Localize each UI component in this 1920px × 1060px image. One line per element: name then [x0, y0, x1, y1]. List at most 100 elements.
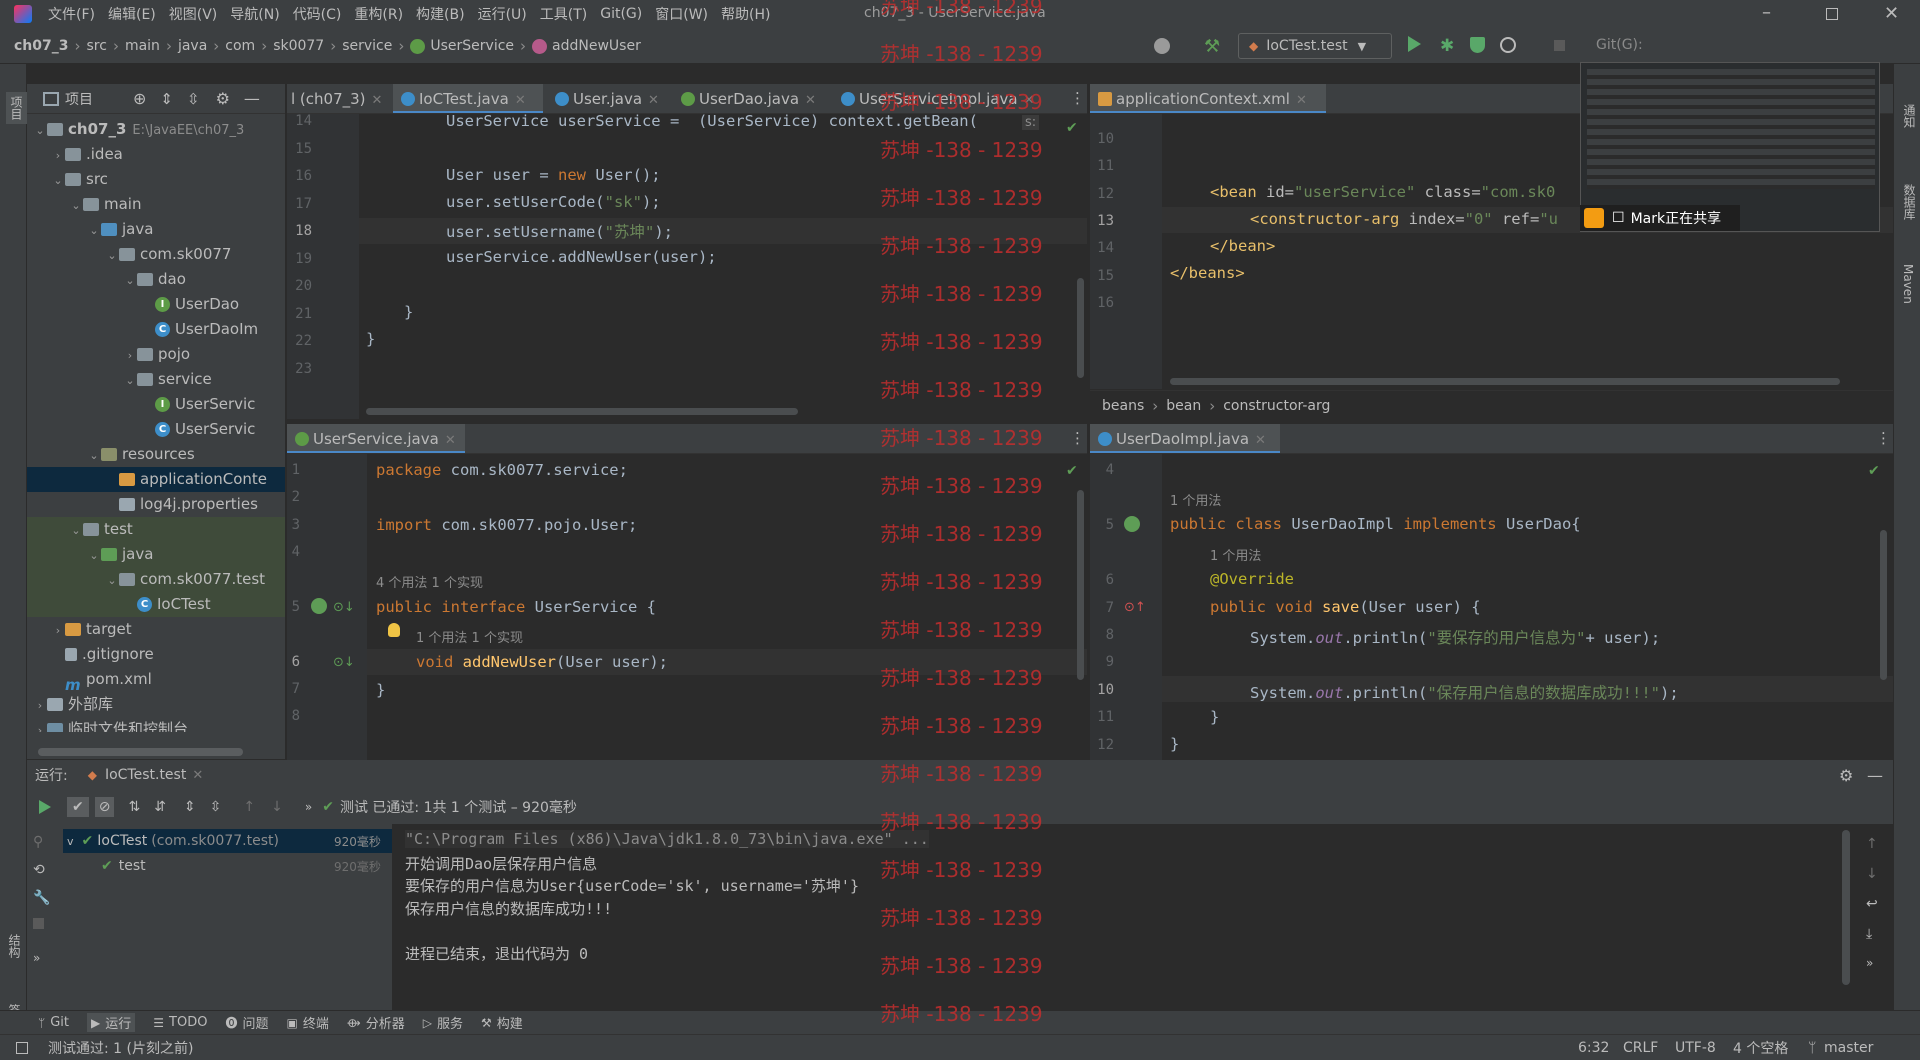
h-scrollbar[interactable] [1170, 378, 1840, 385]
chevron-down-icon[interactable]: ⌄ [69, 193, 83, 217]
tree-item[interactable]: m pom.xml [27, 667, 285, 692]
tree-item[interactable]: C IoCTest [27, 592, 285, 617]
chevron-right-icon[interactable]: › [33, 693, 47, 717]
chevron-right-icon[interactable]: › [51, 618, 65, 642]
wrench-icon[interactable]: 🔧 [33, 890, 53, 906]
pin-icon[interactable]: ⚲ [33, 834, 53, 850]
next-failed-icon[interactable]: ↓ [271, 799, 283, 815]
collapse-all-icon[interactable]: ⇳ [210, 799, 222, 815]
show-passed-icon[interactable]: ✔ [67, 797, 89, 817]
git-branch[interactable]: master [1824, 1040, 1873, 1056]
override-icon[interactable]: ⊙↑ [1124, 600, 1146, 615]
database-tool-button[interactable]: 数据库 [1901, 184, 1918, 220]
usage-hint[interactable]: 1 个用法 1 个实现 [416, 627, 523, 646]
tree-item[interactable]: ⌄ dao [27, 267, 285, 292]
tree-item[interactable]: ⌄ java [27, 217, 285, 242]
chevron-down-icon[interactable]: ⌄ [105, 243, 119, 267]
scroll-up-icon[interactable]: ↑ [1866, 836, 1886, 852]
tool-tab-git[interactable]: ᛘ Git [38, 1015, 69, 1030]
tab-user[interactable]: User.java ✕ [547, 84, 659, 113]
tree-item[interactable]: C UserServic [27, 417, 285, 442]
hide-panel-icon[interactable]: — [244, 89, 260, 108]
restore-button[interactable] [1826, 8, 1838, 20]
chevron-down-icon[interactable]: ⌄ [33, 118, 47, 142]
breadcrumb-item[interactable]: service [342, 38, 392, 54]
tool-tab-problems[interactable]: ⓿ 问题 [225, 1013, 268, 1032]
tree-item[interactable]: applicationConte [27, 467, 285, 492]
breadcrumb-item[interactable]: addNewUser [552, 38, 641, 54]
soft-wrap-icon[interactable]: ↩ [1866, 896, 1886, 912]
close-tab-icon[interactable]: ✕ [1296, 93, 1307, 108]
tree-item[interactable]: ⌄ resources [27, 442, 285, 467]
maven-tool-button[interactable]: Maven [1901, 264, 1915, 304]
menu-item[interactable]: 重构(R) [354, 4, 403, 24]
close-tab-icon[interactable]: ✕ [515, 93, 526, 108]
usage-hint[interactable]: 4 个用法 1 个实现 [376, 572, 483, 591]
sort-duration-icon[interactable]: ⇵ [154, 799, 166, 815]
show-ignored-icon[interactable]: ⊘ [94, 797, 115, 817]
v-scrollbar[interactable] [1077, 278, 1084, 378]
tree-item[interactable]: › .idea [27, 142, 285, 167]
stop-icon[interactable] [1554, 40, 1565, 51]
structure-tool-button[interactable]: 结构 [6, 934, 23, 958]
tree-item[interactable]: ⌄ java [27, 542, 285, 567]
menu-item[interactable]: 文件(F) [48, 4, 95, 24]
tab-applicationcontext[interactable]: applicationContext.xml ✕ [1090, 84, 1326, 113]
chevron-down-icon[interactable]: ⌄ [87, 443, 101, 467]
menu-item[interactable]: 编辑(E) [108, 4, 156, 24]
implemented-icon[interactable]: ⊙↓ [333, 655, 355, 670]
tab-userservice[interactable]: UserService.java ✕ [287, 424, 465, 453]
usage-hint[interactable]: 1 个用法 [1170, 490, 1221, 509]
chevron-down-icon[interactable]: ⌄ [87, 218, 101, 242]
gear-icon[interactable]: ⚙ [216, 89, 230, 108]
locate-icon[interactable]: ⊕ [133, 89, 146, 108]
chevron-right-icon[interactable]: › [33, 718, 47, 732]
tree-item[interactable]: I UserDao [27, 292, 285, 317]
close-tab-icon[interactable]: ✕ [372, 93, 383, 108]
tree-item[interactable]: ⌄ src [27, 167, 285, 192]
h-scrollbar[interactable] [366, 408, 798, 415]
cursor-position[interactable]: 6:32 [1578, 1040, 1609, 1056]
menu-item[interactable]: 帮助(H) [721, 4, 770, 24]
profile-icon[interactable] [1500, 37, 1516, 53]
breadcrumb-item[interactable]: UserService [430, 38, 514, 54]
hide-panel-icon[interactable]: — [1867, 766, 1883, 785]
tool-tab-services[interactable]: ▷ 服务 [423, 1013, 463, 1033]
menu-item[interactable]: 工具(T) [540, 4, 587, 24]
tool-tab-profiler[interactable]: ⟴ 分析器 [347, 1013, 405, 1033]
tree-item[interactable]: ⌄ com.sk0077 [27, 242, 285, 267]
tree-item[interactable]: I UserServic [27, 392, 285, 417]
chevron-down-icon[interactable]: ⌄ [87, 543, 101, 567]
implemented-icon[interactable]: ⊙↓ [333, 600, 355, 615]
tree-item[interactable]: › 临时文件和控制台 [27, 717, 285, 732]
menu-item[interactable]: 导航(N) [230, 4, 279, 24]
menu-item[interactable]: Git(G) [600, 6, 642, 22]
line-separator[interactable]: CRLF [1623, 1040, 1658, 1056]
tree-item[interactable]: ⌄ main [27, 192, 285, 217]
implements-icon[interactable] [1124, 516, 1140, 532]
tool-tab-terminal[interactable]: ▣ 终端 [286, 1013, 328, 1033]
close-tab-icon[interactable]: ✕ [1255, 433, 1266, 448]
tool-tab-build[interactable]: ⚒ 构建 [481, 1013, 523, 1033]
tree-item[interactable]: ⌄ service [27, 367, 285, 392]
more-tabs-icon[interactable]: ⋮ [1070, 429, 1085, 447]
v-scrollbar[interactable] [1077, 490, 1084, 680]
debug-icon[interactable]: ✱ [1440, 36, 1454, 56]
xml-breadcrumb-item[interactable]: beans [1102, 398, 1144, 414]
collapse-all-icon[interactable]: ⇳ [187, 90, 200, 108]
menu-item[interactable]: 代码(C) [293, 4, 342, 24]
breadcrumb-item[interactable]: sk0077 [273, 38, 324, 54]
close-tab-icon[interactable]: ✕ [805, 93, 816, 108]
scroll-down-icon[interactable]: ↓ [1866, 866, 1886, 882]
expand-all-icon[interactable]: ⇕ [184, 799, 196, 815]
prev-failed-icon[interactable]: ↑ [243, 799, 255, 815]
close-tab-icon[interactable]: ✕ [192, 768, 203, 783]
breadcrumb-item[interactable]: src [87, 38, 107, 54]
chevron-down-icon[interactable]: ⌄ [105, 568, 119, 592]
share-indicator[interactable]: ☐ Mark正在共享 [1580, 205, 1740, 231]
tree-item[interactable]: log4j.properties [27, 492, 285, 517]
build-hammer-icon[interactable]: ⚒ [1204, 36, 1220, 57]
tree-item[interactable]: › pojo [27, 342, 285, 367]
git-label[interactable]: Git(G): [1596, 37, 1643, 53]
tree-item[interactable]: C UserDaoIm [27, 317, 285, 342]
